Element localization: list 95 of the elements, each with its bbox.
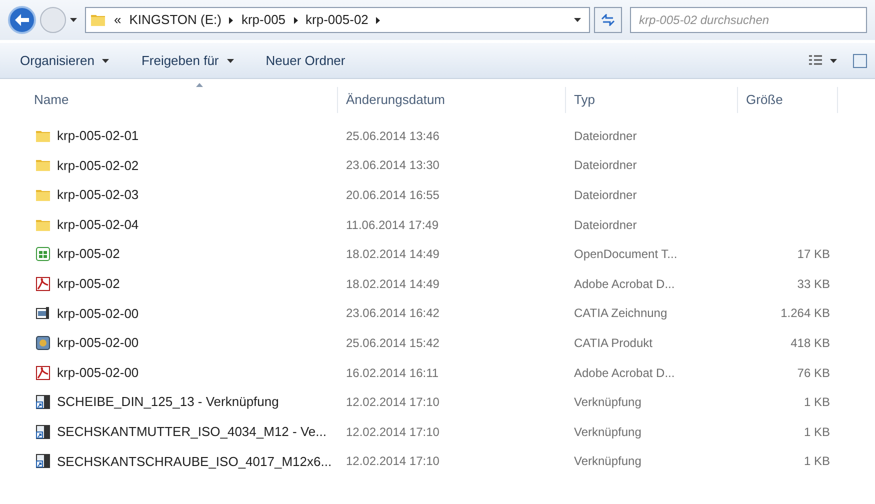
- type-cell-text: Verknüpfung: [573, 424, 642, 441]
- file-name-cell[interactable]: krp-005-02: [26, 274, 338, 294]
- type-cell-text: Dateiordner: [573, 216, 638, 234]
- date-cell-text: 12.02.2014 17:10: [345, 394, 440, 412]
- pdf-icon: [35, 364, 51, 381]
- column-header[interactable]: Name: [26, 87, 338, 113]
- size-cell-text: 1.264 KB: [780, 305, 831, 322]
- date-cell-text: 16.02.2014 16:11: [345, 364, 440, 382]
- file-name: krp-005-02: [57, 245, 120, 264]
- toolbar-button[interactable]: Organisieren: [20, 50, 110, 70]
- type-cell-text: Verknüpfung: [573, 453, 642, 470]
- file-name: krp-005-02-01: [57, 127, 139, 146]
- date-cell-text: 18.02.2014 14:49: [345, 276, 440, 293]
- file-name-cell[interactable]: krp-005-02-00: [26, 333, 338, 353]
- file-name-cell[interactable]: krp-005-02-01: [26, 126, 338, 146]
- drawing-file-icon: [35, 305, 51, 322]
- product-file-icon: [35, 334, 51, 351]
- column-header[interactable]: Typ: [566, 87, 738, 113]
- size-cell-text: 1 KB: [804, 424, 831, 441]
- file-name: krp-005-02-04: [57, 216, 139, 234]
- size-cell-text: 33 KB: [797, 276, 831, 293]
- back-button[interactable]: [8, 6, 36, 34]
- file-name-cell[interactable]: krp-005-02-03: [26, 185, 338, 205]
- size-cell-text: 1 KB: [804, 453, 831, 470]
- file-name: krp-005-02-00: [57, 334, 139, 352]
- shortcut-icon: [35, 453, 51, 470]
- file-name: krp-005-02-03: [57, 186, 139, 204]
- breadcrumb[interactable]: KINGSTON (E:): [129, 10, 222, 30]
- file-name-cell[interactable]: SECHSKANTSCHRAUBE_ISO_4017_M12x6...: [26, 452, 338, 472]
- file-name-cell[interactable]: krp-005-02-04: [26, 214, 338, 234]
- chevron-icon: [376, 16, 380, 24]
- caret-icon: [226, 58, 234, 62]
- date-cell-text: 25.06.2014 13:46: [345, 128, 440, 145]
- spreadsheet-icon: [35, 246, 51, 262]
- refresh-icon: [601, 14, 615, 26]
- file-name: krp-005-02: [57, 275, 120, 294]
- breadcrumb[interactable]: krp-005-02: [306, 10, 368, 30]
- file-name-cell[interactable]: SECHSKANTMUTTER_ISO_4034_M12 - Ve...: [26, 422, 338, 442]
- file-name-cell[interactable]: krp-005-02-02: [26, 156, 338, 176]
- file-name-cell[interactable]: SCHEIBE_DIN_125_13 - Verknüpfung: [26, 392, 338, 412]
- date-cell-text: 25.06.2014 15:42: [345, 334, 440, 352]
- file-name: krp-005-02-02: [57, 156, 139, 175]
- date-cell-text: 23.06.2014 13:30: [345, 157, 440, 174]
- caret-icon: [574, 18, 581, 22]
- back-arrow-icon: [15, 14, 29, 26]
- search-field[interactable]: krp-005-02 durchsuchen: [630, 7, 867, 33]
- date-cell-text: 12.02.2014 17:10: [345, 453, 440, 470]
- chevron-icon: [229, 16, 234, 24]
- type-cell-text: CATIA Produkt: [573, 334, 654, 352]
- pdf-icon: [35, 276, 51, 292]
- file-name-cell[interactable]: krp-005-02: [26, 244, 338, 264]
- breadcrumb[interactable]: krp-005: [241, 10, 286, 30]
- column-header[interactable]: Größe: [738, 87, 838, 113]
- address-bar[interactable]: « KINGSTON (E:) krp-005 krp-005-02: [85, 7, 590, 33]
- file-name: SCHEIBE_DIN_125_13 - Verknüpfung: [57, 393, 279, 412]
- size-cell-text: 418 KB: [790, 334, 831, 352]
- toolbar-button[interactable]: Freigeben für: [141, 50, 234, 70]
- shortcut-icon: [35, 394, 51, 410]
- sort-arrow-icon: [196, 83, 203, 87]
- refresh-button[interactable]: [594, 7, 622, 33]
- chevron-icon: [294, 16, 298, 24]
- overflow-chevron[interactable]: «: [114, 10, 122, 30]
- date-cell-text: 20.06.2014 16:55: [345, 186, 440, 204]
- file-name-cell[interactable]: krp-005-02-00: [26, 304, 338, 324]
- file-name: SECHSKANTMUTTER_ISO_4034_M12 - Ve...: [57, 422, 326, 441]
- type-cell-text: Dateiordner: [573, 128, 638, 145]
- caret-icon: [70, 18, 77, 22]
- type-cell-text: OpenDocument T...: [573, 246, 678, 264]
- toolbar-button[interactable]: Neuer Ordner: [266, 50, 346, 70]
- folder-icon: [35, 157, 51, 174]
- folder-icon: [90, 12, 106, 28]
- file-name: SECHSKANTSCHRAUBE_ISO_4017_M12x6...: [57, 452, 332, 471]
- caret-icon: [830, 58, 837, 62]
- type-cell-text: Dateiordner: [573, 186, 638, 204]
- caret-icon: [102, 58, 110, 62]
- view-options-button[interactable]: [809, 55, 837, 66]
- date-cell-text: 23.06.2014 16:42: [345, 305, 440, 322]
- type-cell-text: Adobe Acrobat D...: [573, 276, 676, 293]
- preview-pane-button[interactable]: [853, 54, 867, 68]
- size-cell-text: 76 KB: [797, 364, 831, 382]
- shortcut-icon: [35, 424, 51, 440]
- date-cell-text: 18.02.2014 14:49: [345, 246, 440, 264]
- list-view-icon: [809, 55, 822, 66]
- type-cell-text: Dateiordner: [573, 157, 638, 174]
- file-name: krp-005-02-00: [57, 364, 139, 382]
- size-cell-text: 17 KB: [797, 246, 831, 264]
- type-cell-text: Adobe Acrobat D...: [573, 364, 676, 382]
- type-cell-text: Verknüpfung: [573, 394, 642, 412]
- type-cell-text: CATIA Zeichnung: [573, 305, 668, 322]
- column-header[interactable]: Änderungsdatum: [338, 87, 566, 113]
- date-cell-text: 12.02.2014 17:10: [345, 424, 440, 441]
- date-cell-text: 11.06.2014 17:49: [345, 216, 440, 234]
- size-cell-text: 1 KB: [804, 394, 831, 412]
- file-name: krp-005-02-00: [57, 304, 139, 323]
- file-name-cell[interactable]: krp-005-02-00: [26, 362, 338, 382]
